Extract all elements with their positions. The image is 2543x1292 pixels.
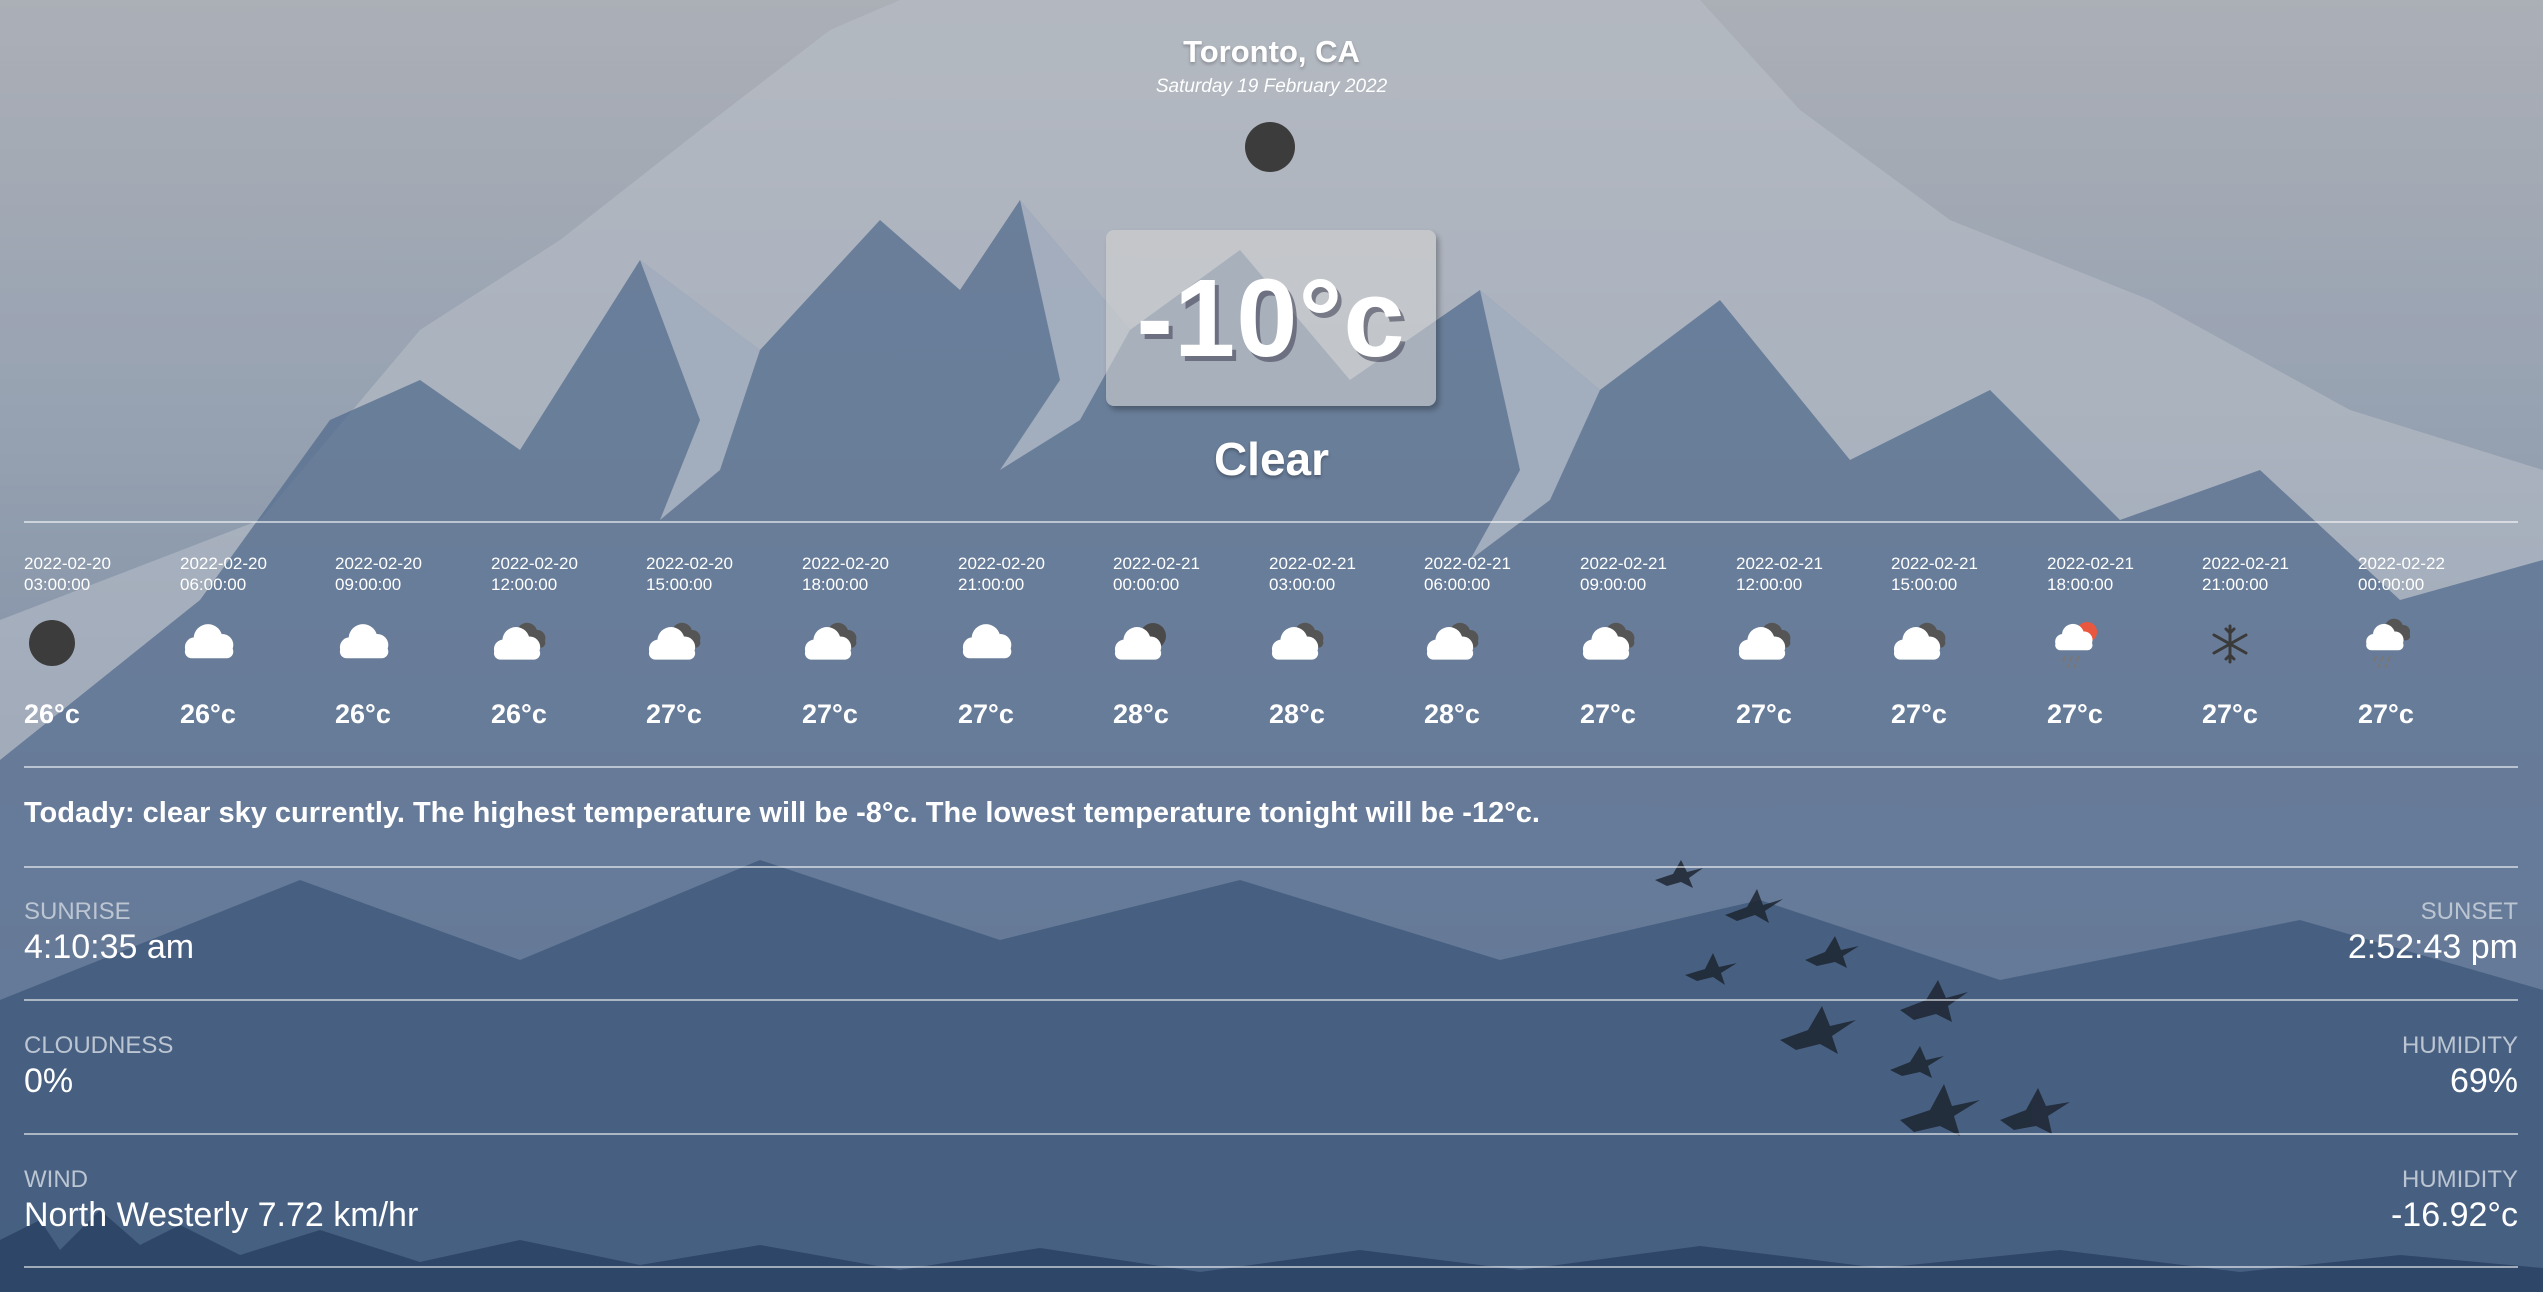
cloud-dark-cloud-icon: [1580, 618, 1636, 668]
forecast-time: 2022-02-20 15:00:00: [646, 554, 733, 594]
humidity-2-label: HUMIDITY: [2402, 1166, 2518, 1193]
forecast-temperature: 28°c: [1113, 699, 1169, 729]
forecast-time: 2022-02-21 00:00:00: [1113, 554, 1200, 594]
forecast-item: 2022-02-21 03:00:00 28°c: [1269, 553, 1419, 729]
forecast-item: 2022-02-21 18:00:00 27°c: [2047, 553, 2197, 729]
forecast-time: 2022-02-20 03:00:00: [24, 554, 111, 594]
forecast-time: 2022-02-20 12:00:00: [491, 554, 578, 594]
sunrise-label: SUNRISE: [24, 898, 131, 925]
dark-circle-icon: [24, 618, 80, 668]
divider: [24, 1266, 2518, 1268]
location-header: Toronto, CA Saturday 19 February 2022: [0, 34, 2543, 98]
cloud-dark-cloud-icon: [1891, 618, 1947, 668]
cloud-dark-sun-icon: [1113, 618, 1169, 668]
forecast-time: 2022-02-22 00:00:00: [2358, 554, 2445, 594]
divider: [24, 999, 2518, 1001]
forecast-temperature: 27°c: [1891, 699, 1947, 729]
forecast-item: 2022-02-22 00:00:00 27°c: [2358, 553, 2508, 729]
cloud-icon: [180, 618, 236, 668]
forecast-item: 2022-02-21 06:00:00 28°c: [1424, 553, 1574, 729]
forecast-time: 2022-02-21 03:00:00: [1269, 554, 1356, 594]
forecast-time: 2022-02-20 18:00:00: [802, 554, 889, 594]
current-temperature-box: -10°c: [1106, 230, 1436, 406]
forecast-time: 2022-02-21 21:00:00: [2202, 554, 2289, 594]
rain-cloud-icon: [2358, 618, 2414, 669]
cloud-dark-cloud-icon: [1736, 618, 1792, 668]
forecast-temperature: 27°c: [1580, 699, 1636, 729]
today-summary: Todady: clear sky currently. The highest…: [24, 797, 1540, 829]
cloud-dark-cloud-icon: [1269, 618, 1325, 668]
cloud-icon: [335, 618, 391, 668]
forecast-time: 2022-02-21 12:00:00: [1736, 554, 1823, 594]
sunset-label: SUNSET: [2420, 898, 2518, 925]
cloud-dark-cloud-icon: [646, 618, 702, 668]
forecast-item: 2022-02-20 09:00:00 26°c: [335, 553, 485, 729]
humidity-2-value: -16.92°c: [2390, 1196, 2518, 1234]
weather-app: Toronto, CA Saturday 19 February 2022 -1…: [0, 0, 2543, 1292]
forecast-temperature: 26°c: [335, 699, 391, 729]
forecast-time: 2022-02-20 06:00:00: [180, 554, 267, 594]
divider: [24, 521, 2518, 523]
current-temperature: -10°c: [1136, 256, 1406, 380]
forecast-temperature: 26°c: [24, 699, 80, 729]
forecast-item: 2022-02-21 09:00:00 27°c: [1580, 553, 1730, 729]
forecast-temperature: 27°c: [2202, 699, 2258, 729]
humidity-value: 69%: [2449, 1062, 2518, 1100]
forecast-item: 2022-02-20 12:00:00 26°c: [491, 553, 641, 729]
cloud-dark-cloud-icon: [802, 618, 858, 668]
forecast-temperature: 27°c: [802, 699, 858, 729]
forecast-item: 2022-02-21 21:00:00 27°c: [2202, 553, 2352, 729]
current-weather-icon: [1245, 122, 1295, 172]
forecast-temperature: 27°c: [646, 699, 702, 729]
forecast-item: 2022-02-20 03:00:00 26°c: [24, 553, 174, 729]
divider: [24, 866, 2518, 868]
cloudness-label: CLOUDNESS: [24, 1032, 174, 1059]
forecast-item: 2022-02-20 21:00:00 27°c: [958, 553, 1108, 729]
forecast-temperature: 27°c: [2047, 699, 2103, 729]
forecast-item: 2022-02-21 00:00:00 28°c: [1113, 553, 1263, 729]
forecast-temperature: 28°c: [1424, 699, 1480, 729]
forecast-temperature: 28°c: [1269, 699, 1325, 729]
cloud-icon: [958, 618, 1014, 668]
forecast-temperature: 27°c: [958, 699, 1014, 729]
current-date: Saturday 19 February 2022: [1155, 76, 1388, 97]
forecast-item: 2022-02-20 06:00:00 26°c: [180, 553, 330, 729]
forecast-item: 2022-02-21 15:00:00 27°c: [1891, 553, 2041, 729]
forecast-time: 2022-02-21 18:00:00: [2047, 554, 2134, 594]
forecast-item: 2022-02-21 12:00:00 27°c: [1736, 553, 1886, 729]
forecast-temperature: 27°c: [1736, 699, 1792, 729]
divider: [24, 1133, 2518, 1135]
wind-label: WIND: [24, 1166, 88, 1193]
forecast-temperature: 26°c: [491, 699, 547, 729]
hourly-forecast: 2022-02-20 03:00:00 26°c 2022-02-20 06:00:…: [24, 553, 2543, 743]
forecast-time: 2022-02-21 06:00:00: [1424, 554, 1511, 594]
cloudness-value: 0%: [24, 1062, 74, 1100]
wind-value: North Westerly 7.72 km/hr: [24, 1196, 419, 1234]
cloud-dark-cloud-icon: [491, 618, 547, 668]
city-name: Toronto, CA: [1183, 34, 1360, 69]
forecast-time: 2022-02-21 09:00:00: [1580, 554, 1667, 594]
forecast-item: 2022-02-20 18:00:00 27°c: [802, 553, 952, 729]
divider: [24, 766, 2518, 768]
sunrise-value: 4:10:35 am: [24, 928, 195, 966]
current-condition: Clear: [1213, 433, 1330, 485]
cloud-dark-cloud-icon: [1424, 618, 1480, 668]
sunset-value: 2:52:43 pm: [2347, 928, 2518, 966]
forecast-temperature: 27°c: [2358, 699, 2414, 729]
snowflake-icon: [2202, 618, 2258, 668]
humidity-label: HUMIDITY: [2402, 1032, 2518, 1059]
forecast-temperature: 26°c: [180, 699, 236, 729]
forecast-item: 2022-02-20 15:00:00 27°c: [646, 553, 796, 729]
forecast-time: 2022-02-20 09:00:00: [335, 554, 422, 594]
rain-sun-icon: [2047, 618, 2103, 669]
forecast-time: 2022-02-20 21:00:00: [958, 554, 1045, 594]
forecast-time: 2022-02-21 15:00:00: [1891, 554, 1978, 594]
